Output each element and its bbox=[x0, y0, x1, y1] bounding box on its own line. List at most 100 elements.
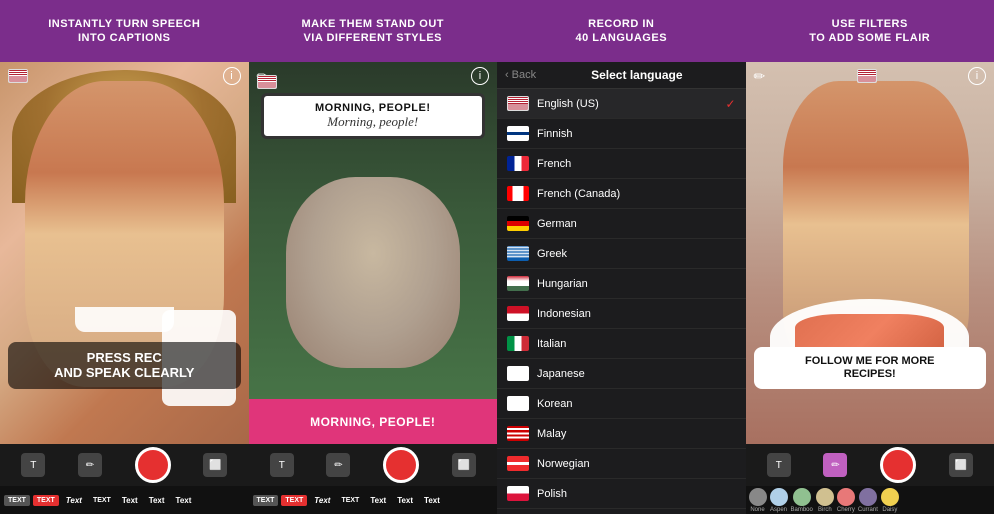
language-name: Malay bbox=[537, 428, 736, 440]
text-style-1[interactable]: TEXT bbox=[4, 495, 30, 506]
language-flag bbox=[507, 396, 529, 411]
info-button-2[interactable]: i bbox=[471, 67, 489, 85]
text-style-4[interactable]: TEXT bbox=[89, 495, 115, 506]
filter-label: Currant bbox=[858, 507, 878, 513]
record-button-1[interactable] bbox=[135, 447, 171, 483]
language-item[interactable]: German bbox=[497, 209, 746, 239]
text-style-3[interactable]: Text bbox=[62, 494, 86, 507]
language-name: Korean bbox=[537, 398, 736, 410]
language-name: Greek bbox=[537, 248, 736, 260]
panel4-header: USE FILTERS TO ADD SOME FLAIR bbox=[746, 0, 994, 62]
filter-circle bbox=[816, 488, 834, 506]
language-name: Hungarian bbox=[537, 278, 736, 290]
language-flag bbox=[507, 96, 529, 111]
text-button-2[interactable]: T bbox=[270, 453, 294, 477]
pen-button-2[interactable]: ✏ bbox=[326, 453, 350, 477]
language-name: Finnish bbox=[537, 128, 736, 140]
bottom-controls-4: T ✏ ⬜ bbox=[746, 444, 994, 486]
text-button-1[interactable]: T bbox=[21, 453, 45, 477]
language-name: Indonesian bbox=[537, 308, 736, 320]
language-nav: ‹ Back Select language bbox=[497, 62, 746, 89]
language-item[interactable]: Korean bbox=[497, 389, 746, 419]
language-flag bbox=[507, 306, 529, 321]
filter-item[interactable]: Birch bbox=[816, 488, 834, 513]
filter-item[interactable]: Cherry bbox=[837, 488, 855, 513]
status-bar-4: ✏ i bbox=[746, 62, 994, 90]
caption-text-4: FOLLOW ME FOR MORE RECIPES! bbox=[764, 355, 977, 381]
language-flag bbox=[507, 126, 529, 141]
text-button-4[interactable]: T bbox=[767, 453, 791, 477]
panel1-header: INSTANTLY TURN SPEECH INTO CAPTIONS bbox=[0, 0, 249, 62]
panel2-title: MAKE THEM STAND OUT VIA DIFFERENT STYLES bbox=[301, 17, 444, 46]
filters-bar: NoneAspenBambooBirchCherryCurrantDaisy bbox=[746, 486, 994, 514]
bottom-controls-2: T ✏ ⬜ bbox=[249, 444, 498, 486]
p2-style-6[interactable]: Text bbox=[393, 494, 417, 507]
info-button-1[interactable]: i bbox=[223, 67, 241, 85]
p2-style-2[interactable]: TEXT bbox=[281, 495, 307, 506]
language-item[interactable]: Italian bbox=[497, 329, 746, 359]
text-style-7[interactable]: Text bbox=[172, 494, 196, 507]
text-style-6[interactable]: Text bbox=[145, 494, 169, 507]
filter-circle bbox=[793, 488, 811, 506]
filter-item[interactable]: Bamboo bbox=[791, 488, 813, 513]
language-flag bbox=[507, 156, 529, 171]
language-flag bbox=[507, 486, 529, 501]
language-item[interactable]: French (Canada) bbox=[497, 179, 746, 209]
language-flag bbox=[507, 456, 529, 471]
p2-style-1[interactable]: TEXT bbox=[253, 495, 279, 506]
filter-item[interactable]: Daisy bbox=[881, 488, 899, 513]
pen-button-4[interactable]: ✏ bbox=[823, 453, 847, 477]
panel3-header: RECORD IN 40 LANGUAGES bbox=[497, 0, 746, 62]
pen-button-1[interactable]: ✏ bbox=[78, 453, 102, 477]
p2-style-7[interactable]: Text bbox=[420, 494, 444, 507]
language-item[interactable]: English (US) ✓ bbox=[497, 89, 746, 119]
filter-circle bbox=[881, 488, 899, 506]
filter-item[interactable]: None bbox=[749, 488, 767, 513]
language-item[interactable]: Norwegian bbox=[497, 449, 746, 479]
language-flag bbox=[507, 366, 529, 381]
panel-languages: RECORD IN 40 LANGUAGES ‹ Back Select lan… bbox=[497, 0, 746, 514]
language-name: Norwegian bbox=[537, 458, 736, 470]
text-styles-bar-1: TEXT TEXT Text TEXT Text Text Text bbox=[0, 486, 249, 514]
record-button-2[interactable] bbox=[383, 447, 419, 483]
filter-item[interactable]: Aspen bbox=[770, 488, 788, 513]
bubble-text-italic: Morning, people! bbox=[272, 114, 474, 130]
language-name: Polish bbox=[537, 488, 736, 500]
p2-style-3[interactable]: Text bbox=[310, 494, 334, 507]
status-bar-2: ✏ i bbox=[249, 62, 498, 90]
status-bar-1: i bbox=[0, 62, 249, 90]
language-item[interactable]: Malay bbox=[497, 419, 746, 449]
back-button[interactable]: ‹ Back bbox=[505, 69, 536, 81]
text-style-5[interactable]: Text bbox=[118, 494, 142, 507]
bubble-text-bold: MORNING, PEOPLE! bbox=[272, 102, 474, 114]
info-button-4[interactable]: i bbox=[968, 67, 986, 85]
camera-button-2[interactable]: ⬜ bbox=[452, 453, 476, 477]
caption-text-1: PRESS REC AND SPEAK CLEARLY bbox=[18, 350, 231, 381]
filter-item[interactable]: Currant bbox=[858, 488, 878, 513]
language-list: English (US) ✓ Finnish FrenchFrench (Canada… bbox=[497, 89, 746, 514]
record-button-4[interactable] bbox=[880, 447, 916, 483]
language-item[interactable]: French bbox=[497, 149, 746, 179]
back-label: Back bbox=[512, 69, 536, 81]
panel4-screen: ✏ i FOLLOW ME FOR MORE RECIPES! bbox=[746, 62, 994, 444]
language-item[interactable]: Indonesian bbox=[497, 299, 746, 329]
panel2-header: MAKE THEM STAND OUT VIA DIFFERENT STYLES bbox=[249, 0, 498, 62]
language-checkmark: ✓ bbox=[725, 97, 735, 111]
language-name: English (US) bbox=[537, 98, 717, 110]
bottom-pink-text: MORNING, PEOPLE! bbox=[310, 415, 435, 429]
language-item[interactable]: Hungarian bbox=[497, 269, 746, 299]
language-item[interactable]: Greek bbox=[497, 239, 746, 269]
text-style-2[interactable]: TEXT bbox=[33, 495, 59, 506]
p2-style-4[interactable]: TEXT bbox=[337, 495, 363, 506]
language-flag bbox=[507, 186, 529, 201]
filter-circle bbox=[770, 488, 788, 506]
language-item[interactable]: Polish bbox=[497, 479, 746, 509]
camera-button-1[interactable]: ⬜ bbox=[203, 453, 227, 477]
p2-style-5[interactable]: Text bbox=[366, 494, 390, 507]
camera-button-4[interactable]: ⬜ bbox=[949, 453, 973, 477]
language-item[interactable]: Japanese bbox=[497, 359, 746, 389]
language-item[interactable]: Finnish bbox=[497, 119, 746, 149]
language-flag bbox=[507, 276, 529, 291]
text-styles-bar-2: TEXT TEXT Text TEXT Text Text Text bbox=[249, 486, 498, 514]
pen-icon-4: ✏ bbox=[754, 68, 766, 85]
